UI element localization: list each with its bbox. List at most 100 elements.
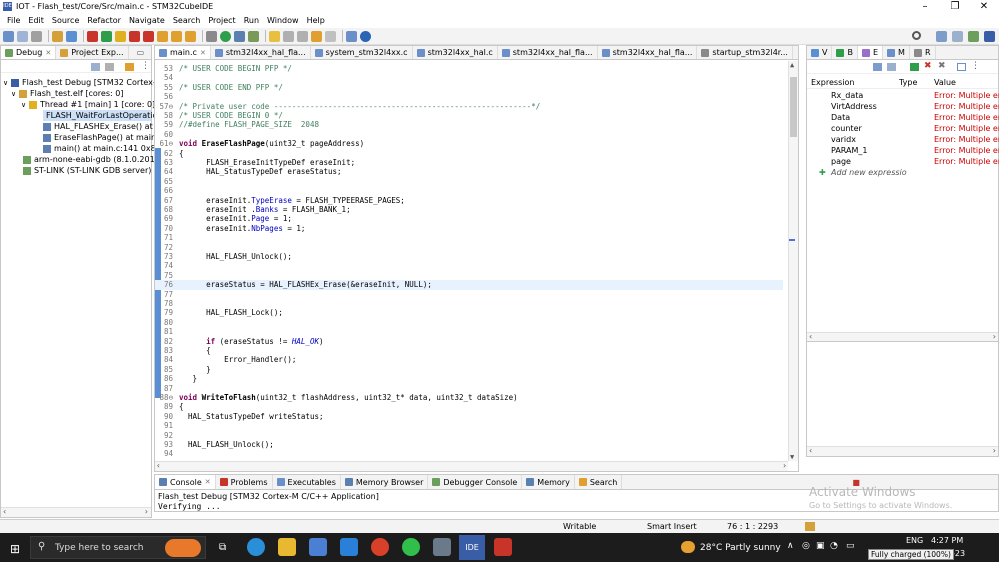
expression-row[interactable]: PARAM_1Error: Multiple erro bbox=[807, 146, 999, 157]
whatsapp-icon[interactable] bbox=[402, 538, 420, 556]
chevron-left-icon[interactable]: ‹ bbox=[809, 446, 812, 455]
tab-main-c[interactable]: main.c ✕ bbox=[155, 46, 211, 59]
collapse-all-icon[interactable] bbox=[91, 63, 100, 71]
tab-editor-file[interactable]: stm32l4xx_hal_fla... bbox=[211, 46, 311, 59]
pin-editor-icon[interactable] bbox=[346, 30, 357, 42]
progress-icon[interactable] bbox=[805, 522, 815, 531]
code-line[interactable]: 88⊖ void WriteToFlash(uint32_t flashAddre… bbox=[155, 393, 783, 402]
expression-row[interactable]: DataError: Multiple erro bbox=[807, 113, 999, 124]
chevron-down-icon[interactable]: ▼ bbox=[790, 453, 794, 461]
code-line[interactable]: 92 bbox=[155, 431, 783, 440]
clock-time[interactable]: 4:27 PM bbox=[931, 536, 963, 545]
column-value[interactable]: Value bbox=[934, 78, 956, 87]
tab-search[interactable]: Search bbox=[575, 475, 623, 489]
code-line[interactable]: 54 bbox=[155, 73, 783, 82]
code-line-current[interactable]: 76 eraseStatus = HAL_FLASHEx_Erase(&eras… bbox=[155, 280, 783, 290]
code-line[interactable]: 83 { bbox=[155, 346, 783, 355]
store-icon[interactable] bbox=[309, 538, 327, 556]
disconnect-icon[interactable] bbox=[143, 30, 154, 42]
close-icon[interactable]: ✕ bbox=[200, 49, 206, 57]
code-line[interactable]: 80 bbox=[155, 318, 783, 327]
search-icon[interactable] bbox=[912, 31, 921, 40]
menu-source[interactable]: Source bbox=[48, 16, 83, 25]
task-view-icon[interactable]: ⧉ bbox=[219, 542, 226, 553]
restore-button[interactable]: ❐ bbox=[940, 0, 970, 13]
menu-file[interactable]: File bbox=[3, 16, 24, 25]
minimize-view-icon[interactable]: ▭ bbox=[137, 48, 145, 57]
tab-executables[interactable]: Executables bbox=[273, 475, 341, 489]
add-expression-icon[interactable] bbox=[910, 63, 919, 71]
code-line[interactable]: 87 bbox=[155, 384, 783, 393]
mail-icon[interactable] bbox=[340, 538, 358, 556]
tray-icon[interactable]: ◔ bbox=[830, 541, 838, 551]
code-line[interactable]: 71 bbox=[155, 233, 783, 242]
save-all-icon[interactable] bbox=[31, 30, 42, 42]
code-line[interactable]: 86 } bbox=[155, 374, 783, 383]
perspective-debug-icon[interactable] bbox=[968, 31, 979, 42]
toggle-mark-icon[interactable] bbox=[269, 30, 280, 42]
new-icon[interactable] bbox=[3, 30, 14, 42]
chevron-down-icon[interactable]: ∨ bbox=[3, 79, 9, 87]
view-menu-icon[interactable]: ⋮ bbox=[971, 61, 980, 71]
edge-icon[interactable] bbox=[247, 538, 265, 556]
back-icon[interactable] bbox=[311, 30, 322, 42]
minimize-button[interactable]: – bbox=[910, 0, 940, 13]
tab-expressions[interactable]: E bbox=[857, 46, 884, 59]
chevron-up-icon[interactable]: ▲ bbox=[790, 61, 794, 69]
code-line[interactable]: 89 { bbox=[155, 402, 783, 411]
remove-icon[interactable]: ✖ bbox=[924, 61, 932, 71]
taskbar-search-box[interactable]: ⚲ Type here to search bbox=[30, 536, 206, 559]
tree-elf[interactable]: ∨ Flash_test.elf [cores: 0] bbox=[11, 88, 123, 99]
code-line[interactable]: 74 bbox=[155, 261, 783, 270]
code-line[interactable]: 77 bbox=[155, 290, 783, 299]
tab-breakpoints[interactable]: B bbox=[832, 46, 858, 59]
chevron-down-icon[interactable]: ∨ bbox=[11, 90, 17, 98]
tray-icon[interactable]: ▣ bbox=[816, 541, 825, 551]
file-explorer-icon[interactable] bbox=[278, 538, 296, 556]
suspend-icon[interactable] bbox=[115, 30, 126, 42]
code-line[interactable]: 59 //#define FLASH_PAGE_SIZE 2048 bbox=[155, 120, 783, 129]
chevron-up-icon[interactable]: ∧ bbox=[787, 541, 794, 551]
calculator-icon[interactable] bbox=[433, 538, 451, 556]
terminate-icon[interactable] bbox=[129, 30, 140, 42]
code-line[interactable]: 57⊖ /* Private user code ----------------… bbox=[155, 102, 783, 111]
chevron-left-icon[interactable]: ‹ bbox=[809, 332, 812, 341]
menu-edit[interactable]: Edit bbox=[24, 16, 48, 25]
remove-terminated-icon[interactable] bbox=[105, 63, 114, 71]
code-line[interactable]: 81 bbox=[155, 327, 783, 336]
tree-frame-selected[interactable]: FLASH_WaitForLastOperatio... bbox=[43, 110, 165, 121]
tab-editor-file[interactable]: stm32l4xx_hal.c bbox=[413, 46, 498, 59]
weather-text[interactable]: 28°C Partly sunny bbox=[700, 543, 781, 553]
tab-editor-file[interactable]: stm32l4xx_hal_fla... bbox=[598, 46, 698, 59]
save-icon[interactable] bbox=[17, 30, 28, 42]
step-into-icon[interactable] bbox=[157, 30, 168, 42]
close-window-button[interactable]: ✕ bbox=[969, 0, 999, 13]
code-line[interactable]: 61⊖ void EraseFlashPage(uint32_t pageAddr… bbox=[155, 139, 783, 148]
chrome-icon[interactable] bbox=[371, 538, 389, 556]
scroll-thumb[interactable] bbox=[790, 77, 797, 137]
code-line[interactable]: 82 if (eraseStatus != HAL_OK) bbox=[155, 337, 783, 346]
code-line[interactable]: 93 HAL_FLASH_Unlock(); bbox=[155, 440, 783, 449]
run-icon[interactable] bbox=[220, 30, 231, 42]
show-type-icon[interactable] bbox=[873, 63, 882, 71]
column-type[interactable]: Type bbox=[899, 78, 917, 87]
chevron-left-icon[interactable]: ‹ bbox=[156, 461, 161, 470]
step-mode-icon[interactable] bbox=[125, 63, 134, 71]
menu-navigate[interactable]: Navigate bbox=[125, 16, 169, 25]
settings-icon[interactable] bbox=[206, 30, 217, 42]
stm32cubeide-taskbar-icon[interactable]: IDE bbox=[459, 535, 485, 560]
tab-editor-file[interactable]: system_stm32l4xx.c bbox=[311, 46, 413, 59]
expression-row[interactable]: counterError: Multiple erro bbox=[807, 124, 999, 135]
add-new-expression[interactable]: ✚ Add new expressio bbox=[807, 168, 998, 179]
column-expression[interactable]: Expression bbox=[811, 78, 854, 87]
code-line[interactable]: 94 bbox=[155, 449, 783, 458]
code-line[interactable]: 90 HAL_StatusTypeDef writeStatus; bbox=[155, 412, 783, 421]
tab-variables[interactable]: V bbox=[807, 46, 833, 59]
external-tools-icon[interactable] bbox=[248, 30, 259, 42]
code-line[interactable]: 62 { bbox=[155, 149, 783, 158]
expression-row[interactable]: VirtAddressError: Multiple erro bbox=[807, 102, 999, 113]
code-line[interactable]: 79 HAL_FLASH_Lock(); bbox=[155, 308, 783, 317]
acrobat-icon[interactable] bbox=[494, 538, 512, 556]
step-over-icon[interactable] bbox=[171, 30, 182, 42]
code-line[interactable]: 64 HAL_StatusTypeDef eraseStatus; bbox=[155, 167, 783, 176]
